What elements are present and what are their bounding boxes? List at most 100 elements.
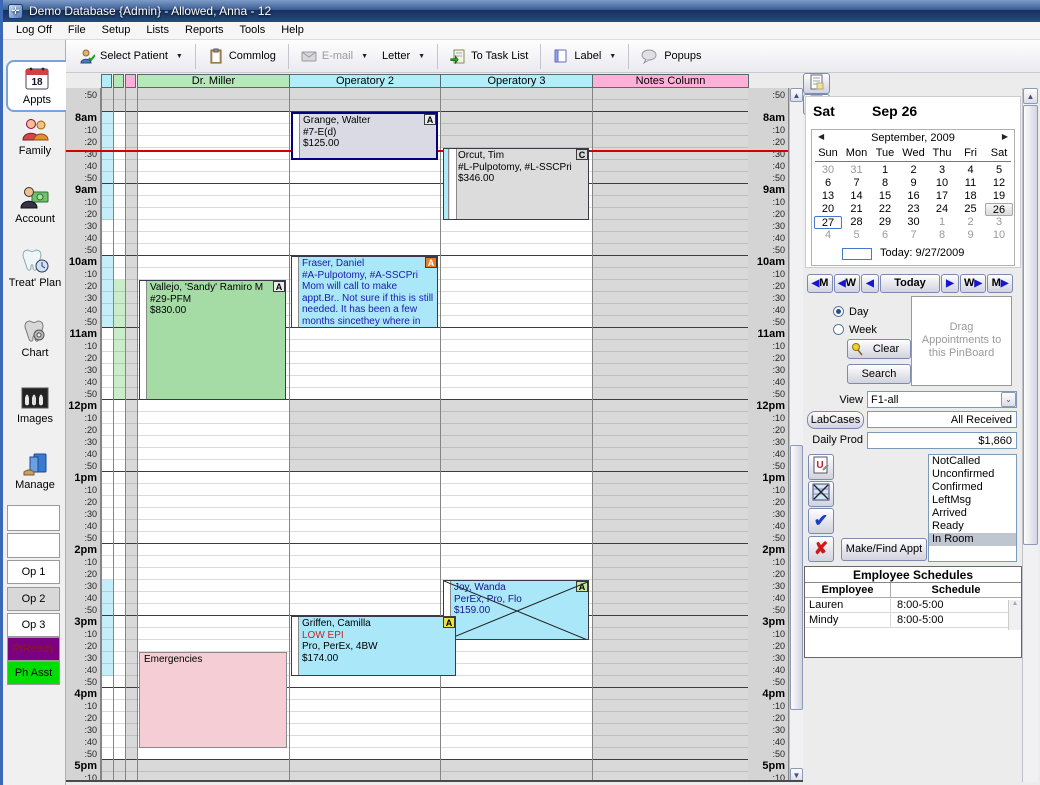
dropdown-arrow-icon[interactable]: ▼ (176, 53, 183, 60)
calendar-day[interactable]: 20 (814, 203, 842, 216)
calendar-day[interactable]: 13 (814, 190, 842, 203)
pinboard-clear-button[interactable]: Clear (847, 339, 911, 359)
panel-scroll-thumb[interactable] (1023, 105, 1038, 545)
calendar-day[interactable]: 30 (814, 164, 842, 177)
confirmation-status-list[interactable]: NotCalledUnconfirmedConfirmedLeftMsgArri… (928, 454, 1017, 562)
view-dropdown-arrow-icon[interactable]: ⌄ (1001, 392, 1016, 407)
toolbar-button-select-patient[interactable]: Select Patient▼ (72, 43, 190, 70)
column-header-drmiller[interactable]: Dr. Miller (137, 74, 290, 88)
calendar-day[interactable]: 30 (900, 216, 928, 229)
toolbar-button-letter[interactable]: Letter▼ (375, 43, 432, 70)
calendar-day[interactable]: 29 (871, 216, 899, 229)
appointment-fraser[interactable]: Fraser, Daniel#A-Pulpotomy, #A-SSCPriMom… (291, 256, 438, 328)
calendar-day[interactable]: 15 (871, 190, 899, 203)
toolbar-button-label[interactable]: Label▼ (546, 43, 623, 70)
calendar-day[interactable]: 12 (985, 177, 1013, 190)
calendar-day[interactable]: 4 (957, 164, 985, 177)
calendar-day[interactable]: 14 (843, 190, 871, 203)
calendar-day-selected[interactable]: 26 (985, 203, 1013, 216)
today-button[interactable]: Today (880, 274, 940, 293)
day-view-radio[interactable] (833, 306, 844, 317)
calendar-day[interactable]: 18 (957, 190, 985, 203)
calendar-day[interactable]: 2 (957, 216, 985, 229)
sidebar-module-family[interactable]: Family (5, 116, 65, 157)
sidebar-module-account[interactable]: Account (5, 184, 65, 225)
calendar-day[interactable]: 11 (957, 177, 985, 190)
status-item-ready[interactable]: Ready (929, 520, 1016, 533)
calendar-day-today[interactable]: 27 (814, 216, 842, 229)
status-item-leftmsg[interactable]: LeftMsg (929, 494, 1016, 507)
calendar-day[interactable]: 31 (843, 164, 871, 177)
calendar-day[interactable]: 6 (814, 177, 842, 190)
op-view-button-op2[interactable]: Op 2 (7, 587, 60, 611)
calendar-day[interactable]: 6 (871, 229, 899, 242)
grid-scrollbar[interactable]: ▲▼ (789, 88, 803, 782)
forward-month-button[interactable]: M▶ (987, 274, 1013, 293)
grid-scroll-up-icon[interactable]: ▲ (790, 88, 803, 102)
blockout-emergencies[interactable]: Emergencies (139, 652, 287, 748)
calendar-today-box[interactable] (842, 248, 872, 260)
panel-scrollbar[interactable]: ▲ (1022, 88, 1038, 782)
column-header-op2[interactable]: Operatory 2 (289, 74, 441, 88)
calendar-day[interactable]: 28 (843, 216, 871, 229)
grid-scroll-thumb[interactable] (790, 445, 803, 710)
sidebar-module-images[interactable]: Images (5, 384, 65, 425)
menu-item-file[interactable]: File (60, 22, 94, 39)
break-appointment-button[interactable] (808, 481, 834, 507)
calendar-day[interactable]: 5 (985, 164, 1013, 177)
calendar-day[interactable]: 8 (928, 229, 956, 242)
status-item-arrived[interactable]: Arrived (929, 507, 1016, 520)
calendar-day[interactable]: 16 (900, 190, 928, 203)
grid-scroll-down-icon[interactable]: ▼ (790, 768, 803, 782)
calendar-day[interactable]: 1 (928, 216, 956, 229)
op-view-button-ptready[interactable]: PtReady (7, 637, 60, 661)
calendar-day[interactable]: 19 (985, 190, 1013, 203)
calendar-day[interactable]: 9 (957, 229, 985, 242)
labcases-button[interactable]: LabCases (807, 411, 864, 429)
panel-scroll-up-icon[interactable]: ▲ (1023, 88, 1038, 104)
calendar-day[interactable]: 1 (871, 164, 899, 177)
forward-week-button[interactable]: W▶ (960, 274, 986, 293)
status-item-unconfirmed[interactable]: Unconfirmed (929, 468, 1016, 481)
sidebar-module-manage[interactable]: Manage (5, 450, 65, 491)
sidebar-module-appts[interactable]: 18Appts (6, 60, 66, 112)
calendar-next-month-icon[interactable]: ▶ (1002, 132, 1008, 141)
forward-day-button[interactable]: ▶ (941, 274, 959, 293)
sidebar-module-chart[interactable]: Chart (5, 318, 65, 359)
column-header-op3[interactable]: Operatory 3 (440, 74, 593, 88)
dropdown-arrow-icon[interactable]: ▼ (418, 53, 425, 60)
appointment-joy[interactable]: Joy, WandaPerEx, Pro, Flo$159.00A (443, 580, 589, 640)
toolbar-button-to-task-list[interactable]: To Task List (443, 43, 535, 70)
op-view-button-phasst[interactable]: Ph Asst (7, 661, 60, 685)
calendar-day[interactable]: 10 (928, 177, 956, 190)
search-button[interactable]: Search (847, 364, 911, 384)
calendar-day[interactable]: 22 (871, 203, 899, 216)
month-calendar[interactable]: ◀September, 2009▶SunMonTueWedThuFriSat30… (811, 129, 1015, 266)
menu-item-help[interactable]: Help (273, 22, 312, 39)
calendar-day[interactable]: 4 (814, 229, 842, 242)
delete-appointment-button[interactable]: ✘ (808, 536, 834, 562)
view-appointment-note-button[interactable] (803, 73, 830, 94)
week-view-radio[interactable] (833, 324, 844, 335)
schedule-body[interactable]: :508am:10:20:30:40:509am:10:20:30:40:501… (66, 88, 803, 782)
calendar-day[interactable]: 5 (843, 229, 871, 242)
calendar-day[interactable]: 24 (928, 203, 956, 216)
appointment-griffen[interactable]: Griffen, CamillaLOW EPIPro, PerEx, 4BW$1… (291, 616, 456, 676)
calendar-day[interactable]: 21 (843, 203, 871, 216)
calendar-day[interactable]: 2 (900, 164, 928, 177)
view-dropdown[interactable]: F1-all ⌄ (867, 391, 1017, 408)
pinboard[interactable]: Drag Appointments to this PinBoard (911, 296, 1012, 386)
appointment-grange[interactable]: Grange, Walter#7-E(d)$125.00A (291, 112, 438, 160)
status-item-in-room[interactable]: In Room (929, 533, 1016, 546)
toolbar-button-commlog[interactable]: Commlog (201, 43, 283, 70)
dropdown-arrow-icon[interactable]: ▼ (361, 53, 368, 60)
calendar-day[interactable]: 3 (985, 216, 1013, 229)
appointment-vallejo[interactable]: Vallejo, 'Sandy' Ramiro M#29-PFM$830.00A (139, 280, 286, 400)
sidebar-module-treatplan[interactable]: Treat' Plan (5, 248, 65, 289)
menu-item-lists[interactable]: Lists (138, 22, 177, 39)
back-month-button[interactable]: ◀M (807, 274, 833, 293)
menu-item-tools[interactable]: Tools (232, 22, 274, 39)
toolbar-button-popups[interactable]: Popups (634, 43, 708, 70)
calendar-day[interactable]: 9 (900, 177, 928, 190)
calendar-day[interactable]: 17 (928, 190, 956, 203)
